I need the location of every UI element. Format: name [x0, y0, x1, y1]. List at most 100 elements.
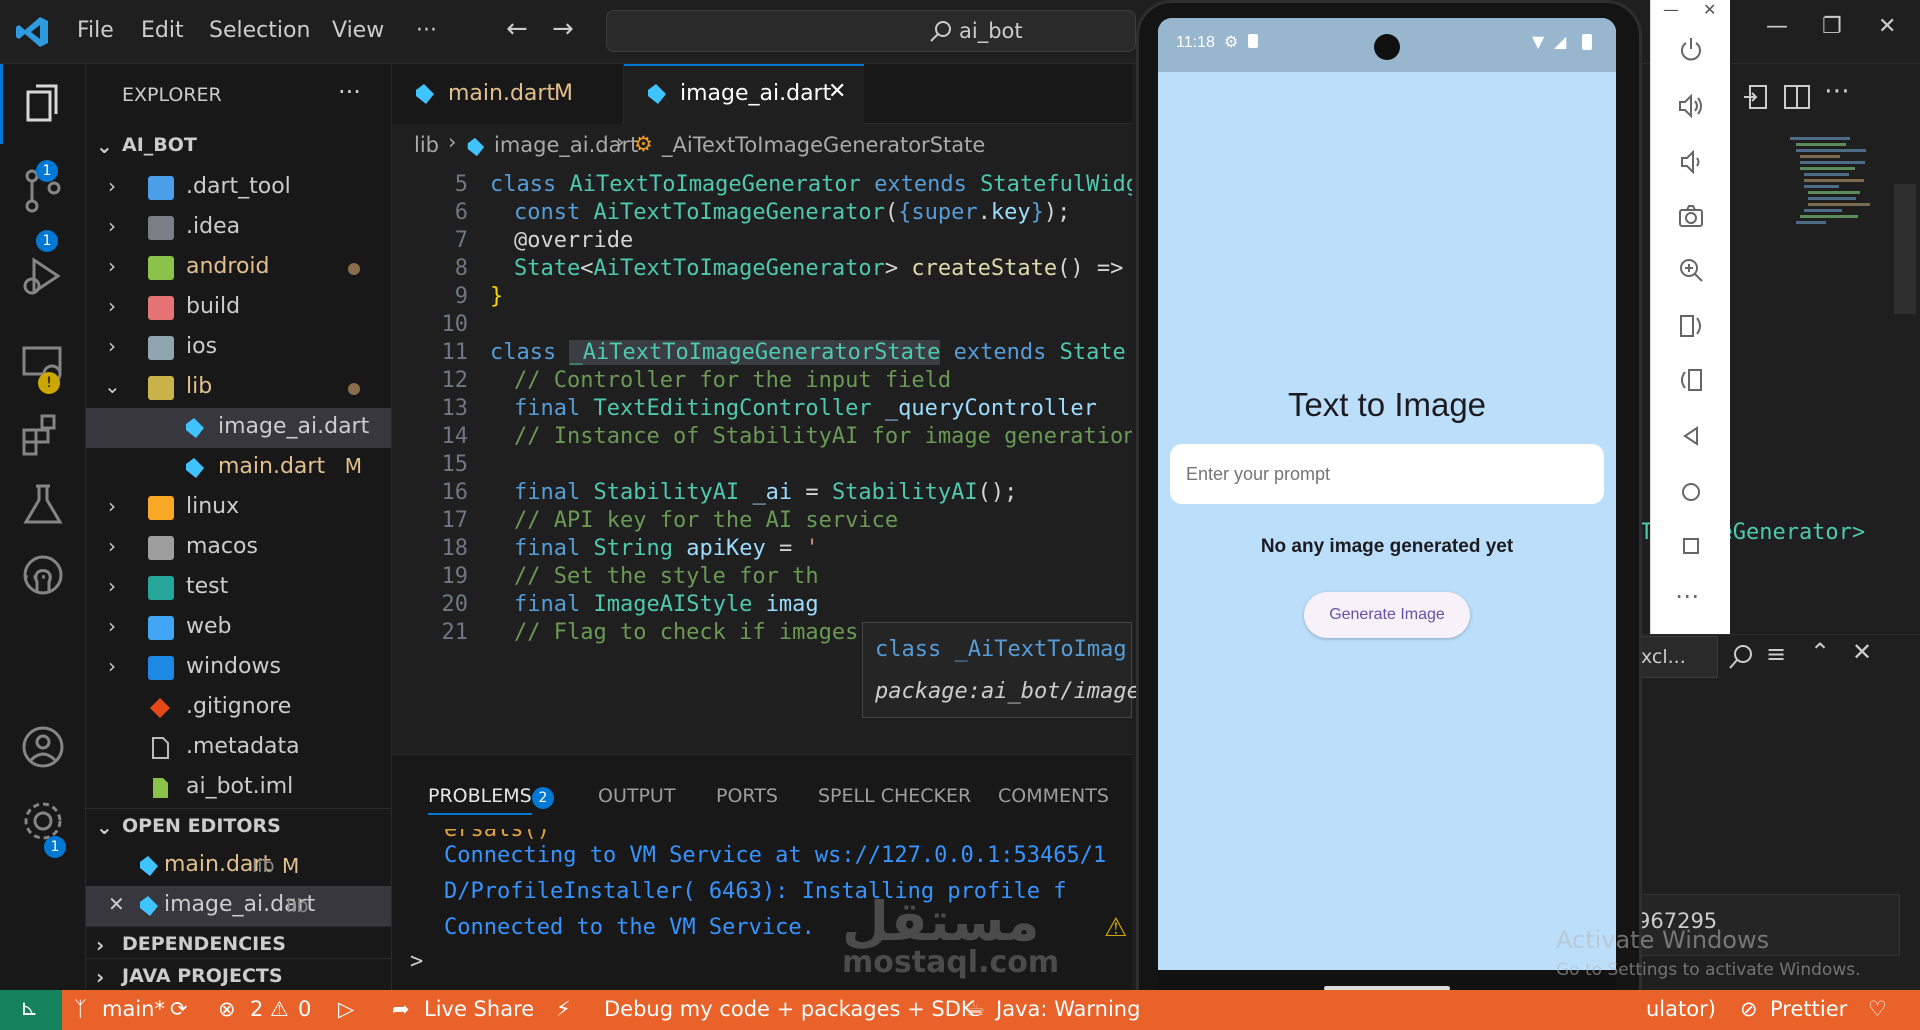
rotate-right-icon[interactable] [1677, 366, 1705, 394]
dart-file-icon [186, 458, 204, 478]
back-arrow-icon[interactable]: ← [506, 14, 528, 44]
menu-edit[interactable]: Edit [141, 18, 184, 43]
overview-square-icon[interactable] [1677, 532, 1705, 560]
tree-item-metadata[interactable]: .metadata [86, 728, 391, 768]
tree-item-ios[interactable]: › ios [86, 328, 391, 368]
tree-item-windows[interactable]: › windows [86, 648, 391, 688]
root-folder-header[interactable]: ⌄ AI_BOT [86, 128, 391, 164]
filter-input[interactable]: xcl... [1636, 636, 1718, 678]
tree-item-test[interactable]: › test [86, 568, 391, 608]
tab-label: main.dart [448, 81, 556, 106]
breadcrumb-symbol[interactable]: _AiTextToImageGeneratorState [662, 133, 985, 157]
tab-image-ai-dart[interactable]: image_ai.dart ✕ [624, 64, 864, 124]
dependencies-header[interactable]: › DEPENDENCIES [86, 926, 391, 962]
prompt-input[interactable] [1170, 444, 1604, 504]
close-window-icon[interactable]: ✕ [1878, 14, 1896, 39]
clear-output-icon[interactable]: ≡ [1766, 640, 1786, 668]
restore-icon[interactable]: ❐ [1822, 14, 1842, 39]
emulator-status[interactable]: ulator) [1646, 997, 1716, 1021]
remote-indicator[interactable]: ⊾ [0, 990, 62, 1030]
forward-arrow-icon[interactable]: → [552, 14, 574, 44]
open-editor-main-dart[interactable]: main.dart lib M [86, 846, 391, 886]
maximize-panel-icon[interactable]: ⌃ [1810, 638, 1830, 666]
java-status[interactable]: Java: Warning [996, 997, 1140, 1021]
tree-item-web[interactable]: › web [86, 608, 391, 648]
screenshot-camera-icon[interactable] [1677, 202, 1705, 230]
tree-item-macos[interactable]: › macos [86, 528, 391, 568]
error-count[interactable]: 2 [250, 997, 263, 1021]
mostaql-watermark: مستقل mostaql.com [842, 890, 1059, 980]
tree-item-dart-tool[interactable]: › .dart_tool [86, 168, 391, 208]
power-icon[interactable] [1677, 36, 1705, 64]
tree-item-lib[interactable]: ⌄ lib [86, 368, 391, 408]
rotate-left-icon[interactable] [1677, 312, 1705, 340]
back-triangle-icon[interactable] [1677, 422, 1705, 450]
line-number: 13 [441, 396, 469, 421]
line-number: 7 [454, 228, 468, 253]
editor-more-icon[interactable]: ⋯ [1824, 76, 1850, 106]
tree-item-gitignore[interactable]: .gitignore [86, 688, 391, 728]
panel-tab-ports[interactable]: PORTS [716, 785, 778, 807]
branch-name[interactable]: main* [102, 997, 165, 1021]
prettier-label[interactable]: Prettier [1770, 997, 1847, 1021]
chevron-right-icon: › [108, 654, 116, 678]
chevron-right-icon: › [108, 254, 116, 278]
explorer-more-icon[interactable]: ··· [338, 78, 361, 106]
tree-item-android[interactable]: › android [86, 248, 391, 288]
breadcrumb-folder[interactable]: lib [414, 133, 439, 157]
testing-flask-icon[interactable] [20, 482, 66, 528]
tab-close-icon[interactable]: ✕ [828, 79, 846, 104]
minimap[interactable] [1790, 134, 1880, 354]
open-editors-header[interactable]: ⌄ OPEN EDITORS [86, 808, 391, 844]
emulator-close-icon[interactable]: ✕ [1703, 0, 1716, 19]
panel-tab-comments[interactable]: COMMENTS [998, 785, 1109, 807]
panel-tab-spell-checker[interactable]: SPELL CHECKER [818, 785, 971, 807]
emulator-more-icon[interactable]: ⋯ [1675, 582, 1699, 610]
close-icon[interactable]: ✕ [108, 892, 125, 916]
debug-mode-label[interactable]: Debug my code + packages + SDK [604, 997, 975, 1021]
generate-image-button[interactable]: Generate Image [1304, 592, 1470, 638]
volume-down-icon[interactable] [1677, 148, 1705, 176]
tree-item-label: build [186, 294, 241, 319]
run-debug-icon[interactable] [20, 254, 66, 300]
menu-file[interactable]: File [77, 18, 114, 43]
live-share-label[interactable]: Live Share [424, 997, 534, 1021]
java-projects-header[interactable]: › JAVA PROJECTS [86, 958, 391, 990]
panel-tab-output[interactable]: OUTPUT [598, 785, 675, 807]
split-editor-icon[interactable] [1782, 82, 1812, 112]
open-changes-icon[interactable] [1742, 82, 1772, 112]
menu-view[interactable]: View [332, 18, 384, 43]
panel-tab-problems[interactable]: PROBLEMS [428, 785, 532, 815]
home-circle-icon[interactable] [1677, 478, 1705, 506]
tree-item-idea[interactable]: › .idea [86, 208, 391, 248]
zoom-icon[interactable] [1677, 256, 1705, 284]
notifications-bell-icon[interactable]: ♡ [1868, 997, 1887, 1021]
tab-main-dart[interactable]: main.dart M [392, 64, 624, 124]
search-icon[interactable] [1728, 644, 1754, 670]
warning-count[interactable]: 0 [298, 997, 311, 1021]
line-number: 19 [441, 564, 469, 589]
tree-item-ai-bot-iml[interactable]: ai_bot.iml [86, 768, 391, 808]
emulator-minimize-icon[interactable]: — [1663, 0, 1679, 19]
volume-up-icon[interactable] [1677, 92, 1705, 120]
sync-icon[interactable]: ⟳ [170, 997, 188, 1021]
menu-selection[interactable]: Selection [209, 18, 310, 43]
command-center-search[interactable]: ai_bot [606, 10, 1136, 52]
open-editor-image-ai-dart[interactable]: ✕ image_ai.dart lib [86, 886, 391, 926]
emulator-toolbar: — ✕ ⋯ [1650, 0, 1730, 634]
extensions-icon[interactable] [20, 412, 66, 458]
explorer-files-icon[interactable] [20, 82, 66, 128]
minimize-icon[interactable]: — [1766, 14, 1788, 39]
line-number: 15 [441, 452, 469, 477]
more-views-icon[interactable]: ⋯ [22, 562, 48, 592]
menu-more[interactable]: ··· [416, 18, 437, 43]
tree-item-linux[interactable]: › linux [86, 488, 391, 528]
close-panel-icon[interactable]: ✕ [1852, 638, 1872, 666]
account-icon[interactable] [20, 724, 66, 770]
tree-item-build[interactable]: › build [86, 288, 391, 328]
scrollbar-thumb[interactable] [1894, 184, 1916, 314]
tab-label: image_ai.dart [680, 81, 832, 106]
tree-item-image-ai-dart[interactable]: image_ai.dart [86, 408, 391, 448]
debug-launch-icon[interactable]: ▷ [338, 997, 354, 1021]
tree-item-main-dart[interactable]: main.dart M [86, 448, 391, 488]
